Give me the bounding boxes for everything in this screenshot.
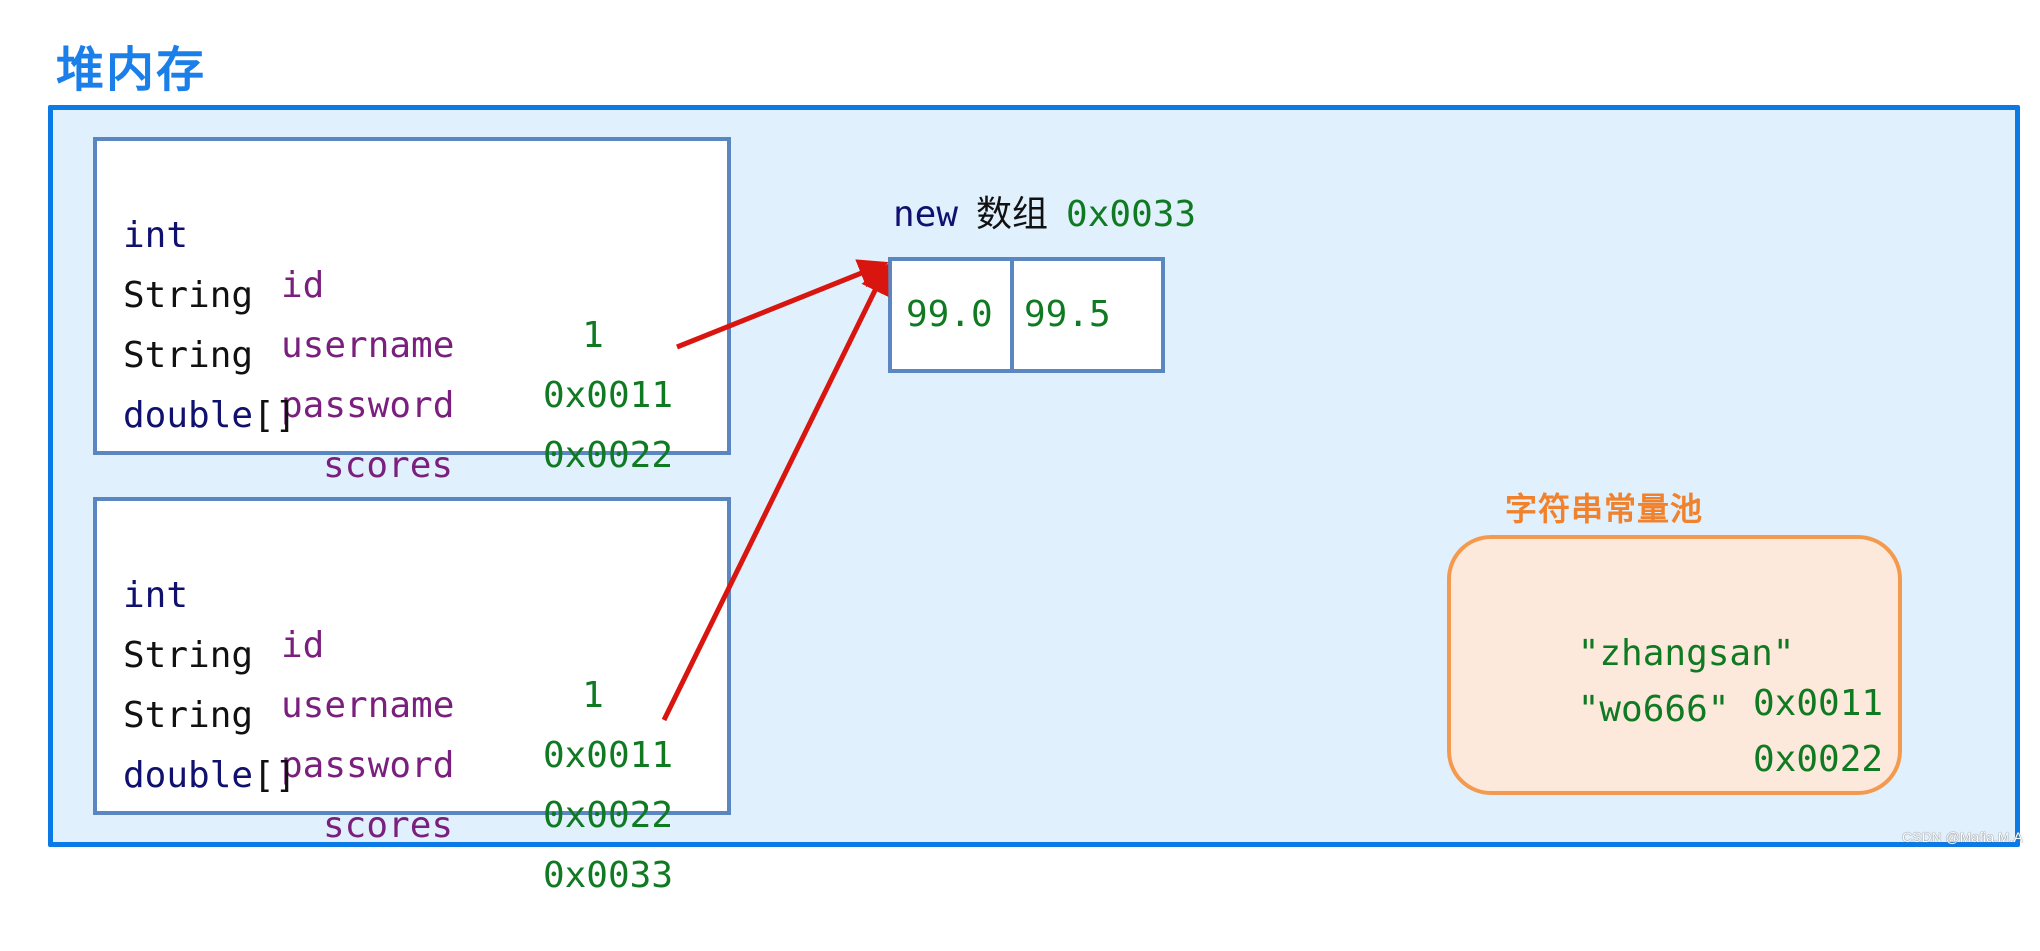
array-address: 0x0033 — [1066, 194, 1197, 235]
object-box-2: int id 1 String username 0x0011 String p… — [93, 497, 731, 896]
field-row-scores: double[] scores 0x0033 — [123, 341, 673, 536]
field-type-base: double — [123, 395, 254, 436]
field-value: 1 — [582, 675, 604, 716]
field-type: double[] — [123, 391, 296, 441]
field-type-suffix: [] — [253, 395, 297, 436]
field-value: 0x0022 — [542, 435, 673, 476]
array-label-text: 数组 — [976, 194, 1049, 235]
field-value: 0x0022 — [542, 795, 673, 836]
field-row-password: String password 0x0022 — [123, 641, 673, 836]
array-label: new 数组 0x0033 — [893, 190, 1196, 240]
field-row-username: String username 0x0011 — [123, 221, 673, 416]
field-name: password — [281, 745, 455, 786]
field-value: 0x0033 — [542, 855, 673, 896]
object-box-1: int id 1 String username 0x0011 String p… — [93, 137, 731, 536]
field-row-scores: double[] scores 0x0033 — [123, 701, 673, 896]
field-row-username: String username 0x0011 — [123, 581, 673, 776]
field-name: id — [281, 625, 325, 666]
array-cell: 99.0 — [892, 261, 1014, 369]
field-name: scores — [323, 805, 454, 846]
field-value: 0x0011 — [542, 735, 673, 776]
string-literal: "wo666" — [1577, 689, 1730, 730]
string-address: 0x0022 — [1753, 739, 1884, 780]
field-value: 1 — [582, 315, 604, 356]
field-type-base: double — [123, 755, 254, 796]
watermark: CSDN @Mafia.M.A — [1902, 829, 2023, 845]
heap-title: 堆内存 — [56, 42, 207, 98]
field-value: 0x0011 — [542, 375, 673, 416]
field-type-suffix: [] — [253, 755, 297, 796]
field-name: id — [281, 265, 325, 306]
string-pool-title: 字符串常量池 — [1505, 490, 1704, 528]
field-row-password: String password 0x0022 — [123, 281, 673, 476]
field-name: scores — [323, 445, 454, 486]
array-box: 99.0 99.5 — [888, 257, 1165, 373]
field-row-id: int id 1 — [123, 521, 604, 716]
field-row-id: int id 1 — [123, 161, 604, 356]
string-address: 0x0011 — [1753, 683, 1884, 724]
new-keyword: new — [893, 194, 959, 235]
field-name: username — [281, 685, 455, 726]
array-cell: 99.5 — [1024, 294, 1111, 335]
field-type: double[] — [123, 751, 296, 801]
string-pool-entry: "wo666" 0x0022 — [1491, 635, 1883, 835]
field-name: password — [281, 385, 455, 426]
string-pool-box: "zhangsan" 0x0011 "wo666" 0x0022 — [1447, 535, 1902, 795]
field-name: username — [281, 325, 455, 366]
